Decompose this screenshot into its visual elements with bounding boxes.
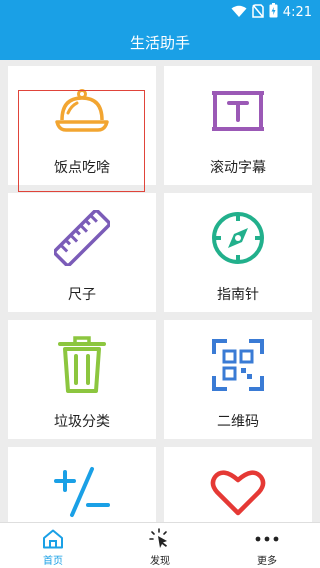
status-time: 4:21 — [282, 4, 312, 20]
tile-label: 垃圾分类 — [54, 414, 110, 430]
tile-food-picker[interactable]: 饭点吃啥 — [8, 66, 156, 192]
tile-label: 饭点吃啥 — [54, 160, 110, 176]
calculator-plus-minus-icon — [8, 467, 156, 517]
qr-code-icon — [164, 339, 312, 391]
tile-calculator[interactable] — [8, 447, 156, 522]
status-bar: 4:21 — [0, 0, 320, 24]
tile-ruler[interactable]: 尺子 — [8, 193, 156, 312]
nav-discover[interactable]: 发现 — [107, 523, 213, 568]
wifi-icon — [231, 3, 247, 22]
app-title: 生活助手 — [129, 33, 190, 52]
no-sim-icon — [252, 3, 264, 22]
tile-label: 指南针 — [217, 287, 259, 303]
nav-more[interactable]: 更多 — [214, 523, 320, 568]
tile-compass[interactable]: 指南针 — [164, 193, 312, 312]
nav-label: 首页 — [43, 556, 63, 567]
food-cloche-icon — [8, 86, 156, 136]
home-icon — [0, 528, 106, 550]
nav-label: 发现 — [150, 556, 170, 567]
nav-home[interactable]: 首页 — [0, 523, 106, 568]
tile-label: 滚动字幕 — [210, 160, 266, 176]
battery-charging-icon — [269, 2, 278, 22]
compass-icon — [164, 212, 312, 264]
tile-garbage-sorting[interactable]: 垃圾分类 — [8, 320, 156, 439]
bottom-nav: 首页 发现 更多 — [0, 522, 320, 568]
app-bar: 生活助手 — [0, 24, 320, 60]
discover-sparkle-icon — [107, 528, 213, 550]
tile-heart[interactable] — [164, 447, 312, 522]
nav-label: 更多 — [257, 556, 277, 567]
trash-can-icon — [8, 336, 156, 393]
tile-scrolling-text[interactable]: 滚动字幕 — [164, 66, 312, 185]
tool-grid: 饭点吃啥 滚动字幕 尺子 指南针 垃圾分类 二维码 — [0, 60, 320, 522]
heart-icon — [164, 467, 312, 517]
tile-label: 尺子 — [68, 287, 96, 303]
ruler-icon — [8, 210, 156, 266]
tile-label: 二维码 — [217, 414, 259, 430]
more-dots-icon — [214, 528, 320, 550]
status-icons: 4:21 — [231, 2, 312, 22]
scrolling-text-icon — [164, 86, 312, 136]
tile-qr-code[interactable]: 二维码 — [164, 320, 312, 439]
